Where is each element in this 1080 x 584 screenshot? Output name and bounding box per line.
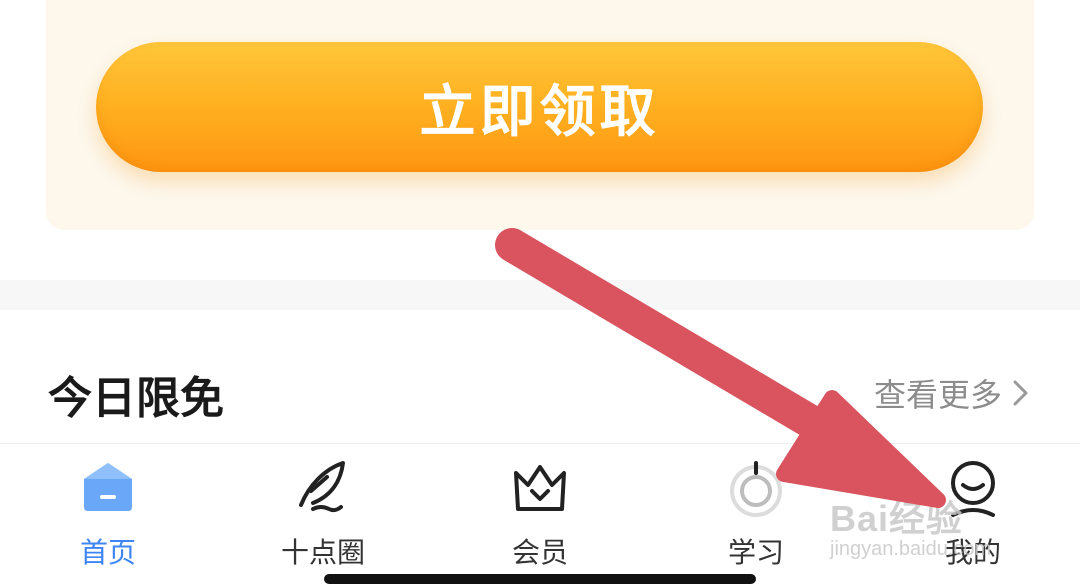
- watermark-brand: Bai经验: [830, 498, 964, 539]
- tab-circle-label: 十点圈: [280, 536, 365, 569]
- tab-home-label: 首页: [79, 536, 136, 569]
- crown-icon: [514, 465, 566, 511]
- app-screen: 立即领取 今日限免 查看更多 首页 十点圈 会员 学习 我的 Bai经验 jin…: [0, 0, 1080, 584]
- tabbar-divider: [0, 443, 1080, 444]
- study-icon: [730, 461, 782, 517]
- watermark-site: jingyan.baidu.com: [830, 538, 992, 560]
- see-more-label: 查看更多: [873, 376, 1002, 414]
- tab-study[interactable]: 学习: [681, 455, 831, 575]
- home-icon: [84, 463, 132, 511]
- tab-member[interactable]: 会员: [465, 455, 615, 575]
- feather-icon: [299, 461, 345, 513]
- chevron-right-icon: [1013, 380, 1028, 406]
- baidu-watermark: Bai经验 jingyan.baidu.com: [830, 490, 991, 561]
- tab-study-label: 学习: [727, 536, 784, 569]
- section-divider: [0, 280, 1080, 310]
- section-title: 今日限免: [48, 373, 224, 424]
- tab-member-label: 会员: [511, 536, 568, 569]
- home-indicator[interactable]: [324, 574, 756, 584]
- claim-now-button[interactable]: 立即领取: [96, 42, 983, 172]
- tab-home[interactable]: 首页: [33, 455, 183, 575]
- tab-circle[interactable]: 十点圈: [248, 455, 398, 575]
- see-more-link[interactable]: 查看更多: [874, 370, 1030, 416]
